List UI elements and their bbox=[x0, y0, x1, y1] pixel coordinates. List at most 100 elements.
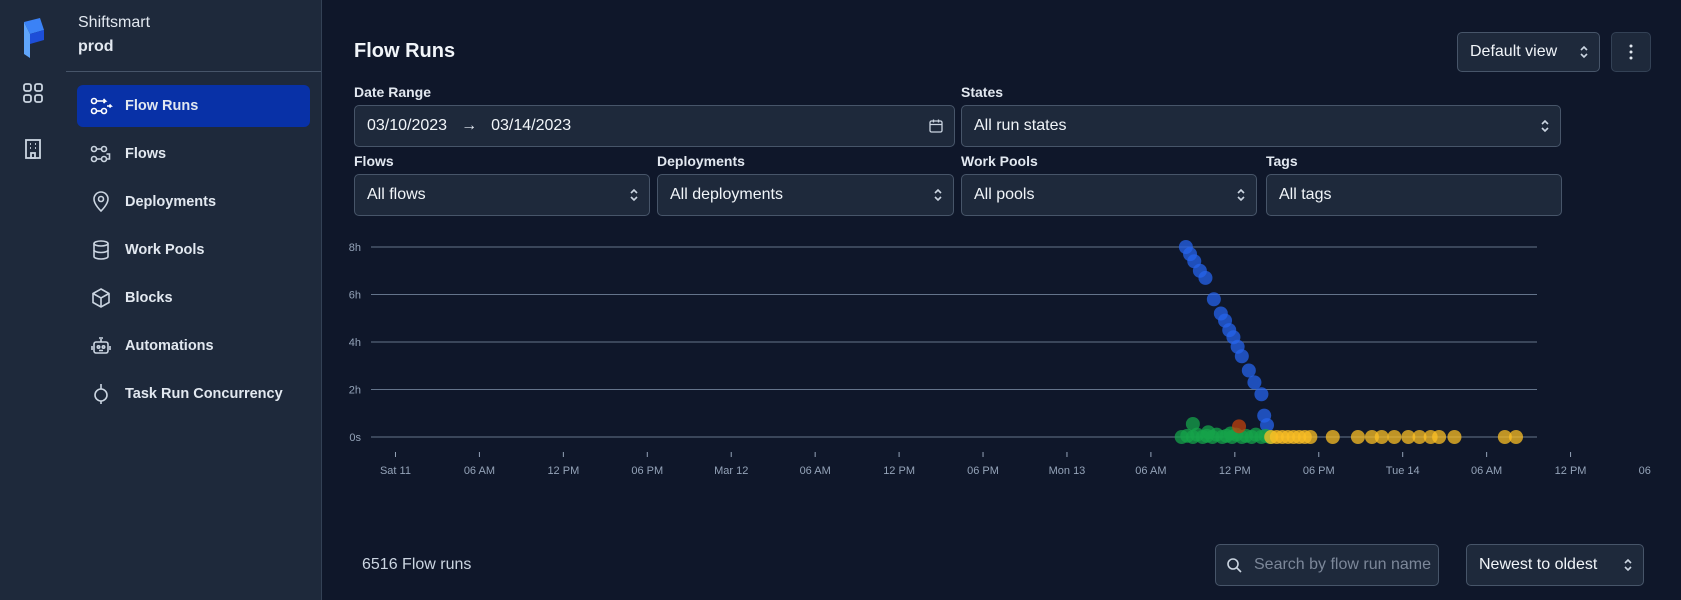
sidebar-item-work-pools[interactable]: Work Pools bbox=[77, 229, 310, 271]
x-tick-label: Mon 13 bbox=[1049, 465, 1086, 477]
more-options-button[interactable] bbox=[1611, 32, 1651, 72]
x-tick-label: 12 PM bbox=[883, 465, 915, 477]
sidebar-item-task-run-concurrency[interactable]: Task Run Concurrency bbox=[77, 373, 310, 415]
vertical-dots-icon bbox=[1629, 44, 1633, 60]
chevron-up-down-icon bbox=[630, 188, 638, 202]
work-pools-label: Work Pools bbox=[961, 153, 1038, 169]
run-point bbox=[1247, 375, 1262, 390]
x-tick-label: Sat 11 bbox=[380, 465, 411, 477]
building-icon[interactable] bbox=[22, 138, 44, 160]
y-tick-label: 8h bbox=[349, 242, 361, 254]
flows-select[interactable]: All flows bbox=[354, 174, 650, 216]
prefect-logo[interactable] bbox=[20, 18, 46, 58]
sort-select[interactable]: Newest to oldest bbox=[1466, 544, 1644, 586]
deployments-select[interactable]: All deployments bbox=[657, 174, 954, 216]
concurrency-icon bbox=[89, 382, 113, 406]
sidebar-item-flow-runs[interactable]: Flow Runs bbox=[77, 85, 310, 127]
cube-icon bbox=[89, 286, 113, 310]
run-point bbox=[1234, 349, 1249, 364]
run-point bbox=[1432, 430, 1447, 444]
sidebar-item-label: Flows bbox=[125, 146, 167, 162]
run-point bbox=[1206, 292, 1221, 307]
states-label: States bbox=[961, 84, 1004, 100]
flows-icon bbox=[89, 142, 113, 166]
x-tick-label: 06 PM bbox=[1303, 465, 1335, 477]
y-tick-label: 2h bbox=[349, 385, 361, 397]
sidebar-item-label: Deployments bbox=[125, 194, 217, 210]
robot-icon bbox=[89, 334, 113, 358]
chevron-up-down-icon bbox=[1624, 558, 1632, 572]
sidebar-item-label: Task Run Concurrency bbox=[125, 386, 283, 402]
x-tick-label: 06 AM bbox=[464, 465, 495, 477]
x-tick-label: 06 AM bbox=[1135, 465, 1166, 477]
app-rail bbox=[0, 0, 67, 600]
x-tick-label: 06 PM bbox=[631, 465, 663, 477]
date-range-label: Date Range bbox=[354, 84, 432, 100]
work-pools-select[interactable]: All pools bbox=[961, 174, 1257, 216]
chevron-up-down-icon bbox=[1237, 188, 1245, 202]
states-select[interactable]: All run states bbox=[961, 105, 1561, 147]
sidebar-item-label: Automations bbox=[125, 338, 214, 354]
run-point bbox=[1350, 430, 1365, 444]
grid-icon[interactable] bbox=[22, 82, 44, 104]
chevron-up-down-icon bbox=[1541, 119, 1549, 133]
tags-input[interactable]: All tags bbox=[1266, 174, 1562, 216]
y-tick-label: 4h bbox=[349, 337, 361, 349]
x-tick-label: 12 PM bbox=[1555, 465, 1587, 477]
y-tick-label: 6h bbox=[349, 290, 361, 302]
y-tick-label: 0s bbox=[349, 432, 361, 444]
run-point bbox=[1447, 430, 1462, 444]
sidebar-item-automations[interactable]: Automations bbox=[77, 325, 310, 367]
run-point bbox=[1185, 416, 1200, 431]
sort-value: Newest to oldest bbox=[1479, 556, 1598, 573]
sidebar: Shiftsmart prod Flow Runs Flows Deployme… bbox=[66, 0, 322, 600]
saved-view-select[interactable]: Default view bbox=[1457, 32, 1600, 72]
x-tick-label: Tue 14 bbox=[1386, 465, 1420, 477]
flow-run-count: 6516 Flow runs bbox=[362, 556, 472, 573]
sidebar-item-label: Work Pools bbox=[125, 242, 205, 258]
run-point bbox=[1303, 430, 1318, 444]
sidebar-nav: Flow Runs Flows Deployments Work Pools B… bbox=[77, 85, 310, 421]
run-point bbox=[1198, 270, 1213, 285]
sidebar-item-flows[interactable]: Flows bbox=[77, 133, 310, 175]
flow-runs-icon bbox=[89, 94, 113, 118]
search-icon bbox=[1227, 558, 1242, 573]
x-tick-label: 12 PM bbox=[547, 465, 579, 477]
database-icon bbox=[89, 238, 113, 262]
sidebar-item-label: Blocks bbox=[125, 290, 173, 306]
saved-view-value: Default view bbox=[1470, 43, 1558, 60]
calendar-icon[interactable] bbox=[928, 118, 944, 134]
run-point bbox=[1325, 430, 1340, 444]
sidebar-item-blocks[interactable]: Blocks bbox=[77, 277, 310, 319]
sidebar-item-deployments[interactable]: Deployments bbox=[77, 181, 310, 223]
flows-label: Flows bbox=[354, 153, 394, 169]
chevron-up-down-icon bbox=[1580, 45, 1588, 59]
run-point bbox=[1232, 419, 1247, 434]
deployments-value: All deployments bbox=[670, 186, 783, 203]
date-range-end: 03/14/2023 bbox=[491, 117, 572, 134]
page-title: Flow Runs bbox=[354, 40, 456, 62]
flows-value: All flows bbox=[367, 186, 426, 203]
run-point bbox=[1509, 430, 1524, 444]
flow-run-search[interactable] bbox=[1215, 544, 1439, 586]
x-tick-label: 06 PM bbox=[967, 465, 999, 477]
tags-value: All tags bbox=[1279, 186, 1332, 203]
date-range-input[interactable]: 03/10/2023 → 03/14/2023 bbox=[354, 105, 955, 147]
search-input[interactable] bbox=[1254, 556, 1434, 574]
account-name[interactable]: Shiftsmart bbox=[78, 14, 150, 32]
x-tick-label: 06 PM bbox=[1639, 465, 1651, 477]
workspace-name[interactable]: prod bbox=[78, 38, 114, 56]
x-tick-label: 12 PM bbox=[1219, 465, 1251, 477]
run-point bbox=[1254, 387, 1269, 402]
tags-label: Tags bbox=[1266, 153, 1298, 169]
work-pools-value: All pools bbox=[974, 186, 1035, 203]
x-tick-label: 06 AM bbox=[800, 465, 831, 477]
run-point bbox=[1201, 425, 1216, 440]
run-point bbox=[1241, 363, 1256, 378]
chevron-up-down-icon bbox=[934, 188, 942, 202]
x-tick-label: Mar 12 bbox=[714, 465, 748, 477]
main-content: Flow Runs Default view Date Range 03/10/… bbox=[321, 0, 1681, 600]
date-range-start: 03/10/2023 bbox=[367, 117, 448, 134]
sidebar-divider bbox=[66, 71, 321, 72]
flow-runs-scatter-chart[interactable]: 0s 2h 4h 6h 8h Sat 11 06 AM 12 PM 06 PM Mar 12 06 … bbox=[321, 240, 1651, 510]
